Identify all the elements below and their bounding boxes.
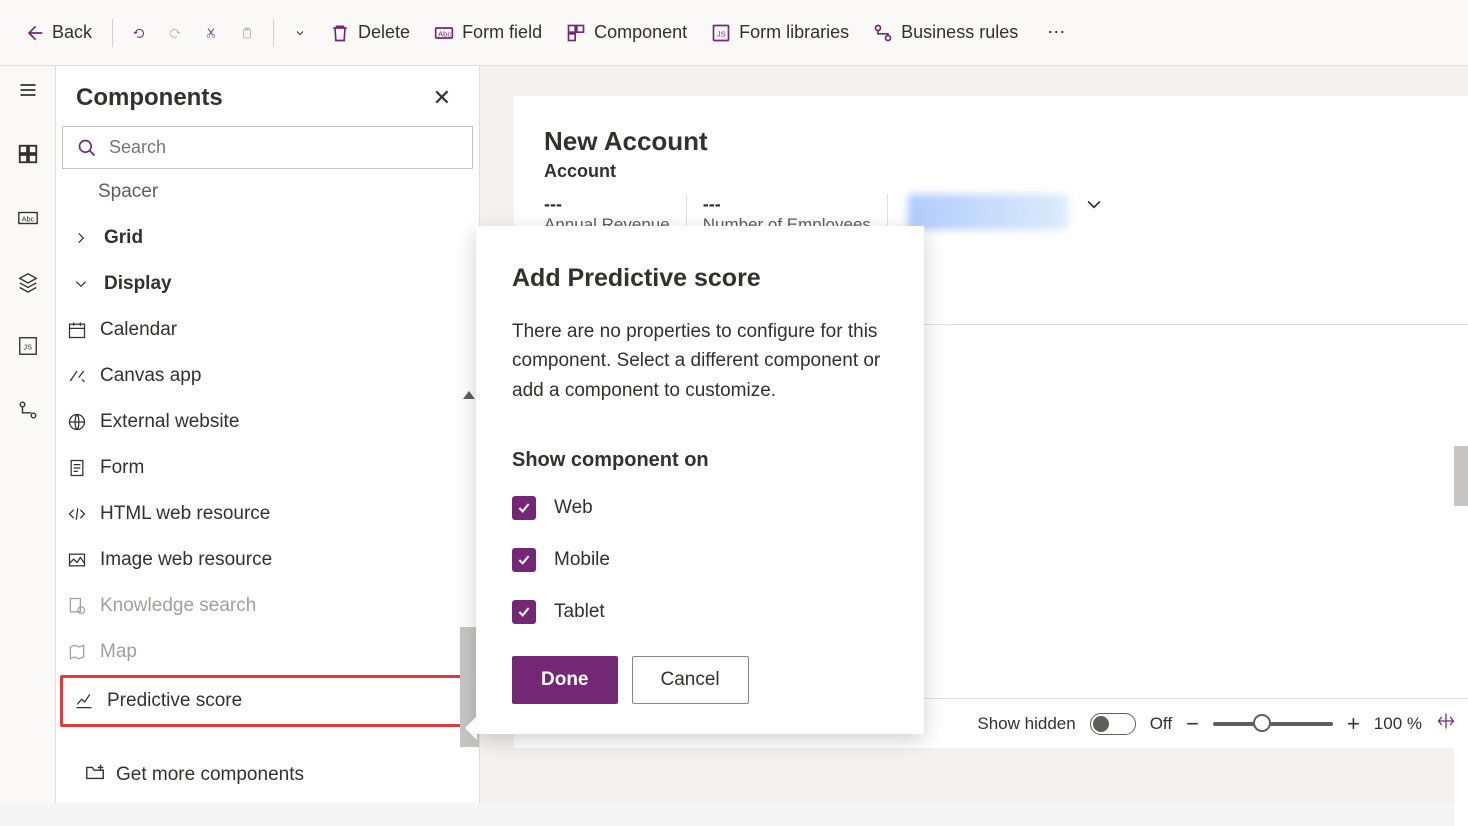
show-hidden-toggle[interactable] — [1090, 713, 1136, 735]
components-panel: Components ✕ Spacer Grid Display Calenda… — [56, 66, 480, 803]
vertical-scrollbar[interactable] — [1454, 446, 1468, 826]
knowledge-icon — [66, 595, 88, 617]
tree-rail-icon[interactable] — [16, 398, 40, 422]
component-knowledge-search[interactable]: Knowledge search — [56, 583, 479, 629]
globe-icon — [66, 411, 88, 433]
fit-screen-icon[interactable] — [1436, 711, 1456, 736]
checkbox-web[interactable] — [512, 496, 536, 520]
component-map[interactable]: Map — [56, 629, 479, 675]
form-icon — [66, 457, 88, 479]
add-predictive-score-popover: Add Predictive score There are no proper… — [476, 226, 924, 734]
delete-label: Delete — [358, 22, 410, 43]
component-form[interactable]: Form — [56, 445, 479, 491]
form-libraries-button[interactable]: JS Form libraries — [707, 16, 853, 49]
toggle-off-label: Off — [1150, 714, 1172, 734]
component-predictive-score[interactable]: Predictive score — [60, 675, 479, 727]
checkbox-mobile-label: Mobile — [554, 549, 610, 571]
zoom-out-button[interactable]: − — [1186, 711, 1199, 737]
layers-rail-icon[interactable] — [16, 270, 40, 294]
business-rules-icon — [873, 23, 893, 43]
component-external-website[interactable]: External website — [56, 399, 479, 445]
group-grid[interactable]: Grid — [56, 215, 479, 261]
business-rules-label: Business rules — [901, 22, 1018, 43]
form-libraries-label: Form libraries — [739, 22, 849, 43]
scroll-up-arrow[interactable] — [463, 391, 475, 399]
folder-add-icon — [84, 761, 106, 789]
components-rail-icon[interactable] — [16, 142, 40, 166]
delete-icon — [330, 23, 350, 43]
chart-line-icon — [73, 690, 95, 712]
abc-rail-icon[interactable]: Abc — [16, 206, 40, 230]
js-rail-icon[interactable]: JS — [16, 334, 40, 358]
chevron-down-icon — [70, 273, 92, 295]
search-input[interactable] — [109, 137, 458, 158]
image-icon — [66, 549, 88, 571]
cut-button[interactable] — [201, 23, 221, 43]
show-hidden-label: Show hidden — [977, 714, 1075, 734]
back-label: Back — [52, 22, 92, 43]
svg-text:Abc: Abc — [21, 215, 34, 224]
component-label: Component — [594, 22, 687, 43]
canvas-app-icon — [66, 365, 88, 387]
popover-title: Add Predictive score — [512, 264, 888, 293]
component-button[interactable]: Component — [562, 16, 691, 49]
component-calendar[interactable]: Calendar — [56, 307, 479, 353]
svg-text:Abc: Abc — [438, 29, 451, 38]
redo-button[interactable] — [165, 23, 185, 43]
form-field-label: Form field — [462, 22, 542, 43]
svg-text:JS: JS — [717, 29, 726, 38]
form-field-icon: Abc — [434, 23, 454, 43]
code-icon — [66, 503, 88, 525]
close-icon[interactable]: ✕ — [433, 85, 451, 111]
toolbar: Back Delete Abc Form field Component JS … — [0, 0, 1468, 66]
panel-title: Components — [76, 84, 223, 112]
search-icon — [77, 138, 97, 158]
zoom-in-button[interactable]: + — [1347, 711, 1360, 737]
popover-description: There are no properties to configure for… — [512, 317, 888, 405]
done-button[interactable]: Done — [512, 656, 618, 704]
chevron-down-icon[interactable] — [290, 23, 310, 43]
cancel-button[interactable]: Cancel — [632, 656, 749, 704]
checkbox-web-label: Web — [554, 497, 593, 519]
delete-button[interactable]: Delete — [326, 16, 414, 49]
separator — [112, 19, 113, 47]
checkbox-tablet[interactable] — [512, 600, 536, 624]
map-icon — [66, 641, 88, 663]
zoom-slider[interactable] — [1213, 722, 1333, 726]
checkbox-mobile[interactable] — [512, 548, 536, 572]
form-field-button[interactable]: Abc Form field — [430, 16, 546, 49]
form-subtitle: Account — [544, 161, 1468, 182]
component-spacer[interactable]: Spacer — [56, 181, 479, 215]
form-libraries-icon: JS — [711, 23, 731, 43]
hamburger-icon[interactable] — [16, 78, 40, 102]
undo-button[interactable] — [129, 23, 149, 43]
more-icon[interactable]: ⋯ — [1046, 23, 1066, 43]
back-arrow-icon — [24, 23, 44, 43]
component-canvas-app[interactable]: Canvas app — [56, 353, 479, 399]
component-image-web-resource[interactable]: Image web resource — [56, 537, 479, 583]
form-title: New Account — [544, 96, 1468, 161]
checkbox-tablet-label: Tablet — [554, 601, 605, 623]
popover-section-label: Show component on — [512, 449, 888, 472]
separator — [273, 19, 274, 47]
chevron-down-icon[interactable] — [1084, 194, 1104, 235]
group-display[interactable]: Display — [56, 261, 479, 307]
svg-text:JS: JS — [23, 343, 32, 352]
get-more-components[interactable]: Get more components — [56, 747, 479, 803]
calendar-icon — [66, 319, 88, 341]
search-box[interactable] — [62, 126, 473, 169]
chevron-right-icon — [70, 227, 92, 249]
paste-button[interactable] — [237, 23, 257, 43]
zoom-value: 100 % — [1374, 714, 1422, 734]
blurred-owner-field — [908, 194, 1068, 230]
back-button[interactable]: Back — [20, 16, 96, 49]
component-html-web-resource[interactable]: HTML web resource — [56, 491, 479, 537]
business-rules-button[interactable]: Business rules — [869, 16, 1022, 49]
component-icon — [566, 23, 586, 43]
left-rail: Abc JS — [0, 66, 56, 803]
